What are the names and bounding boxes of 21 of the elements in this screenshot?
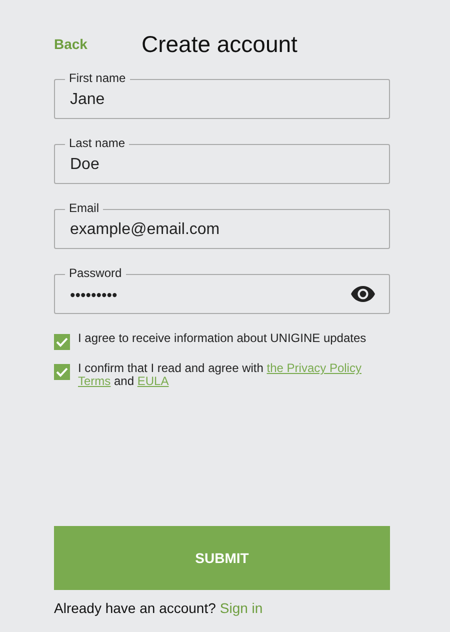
field-value: ••••••••• [70, 286, 118, 304]
checkbox[interactable] [54, 364, 70, 380]
field-value: Doe [70, 156, 100, 174]
page-title: Create account [141, 30, 298, 58]
consent-text: I confirm that I read and agree with the Privacy Policy Terms and EULA [78, 362, 362, 388]
policy-link[interactable]: Terms [78, 374, 111, 388]
field-value: Jane [70, 91, 106, 109]
submit-button[interactable]: SUBMIT [54, 526, 390, 590]
field-label: Password [65, 267, 126, 279]
field-label: Email [65, 202, 104, 214]
back-link[interactable]: Back [54, 36, 88, 52]
field-label: Last name [65, 137, 130, 149]
policy-link[interactable]: EULA [137, 374, 169, 388]
sign-in-link[interactable]: Sign in [220, 600, 263, 616]
consent-text: I agree to receive information about UNIGINE updates [78, 332, 368, 345]
field-value: example@email.com [70, 221, 221, 239]
footer-text: Already have an account? [54, 600, 216, 616]
policy-link[interactable]: the Privacy Policy [266, 361, 362, 375]
checkbox[interactable] [54, 334, 70, 350]
eye-icon[interactable] [351, 286, 375, 302]
field-label: First name [65, 72, 130, 84]
